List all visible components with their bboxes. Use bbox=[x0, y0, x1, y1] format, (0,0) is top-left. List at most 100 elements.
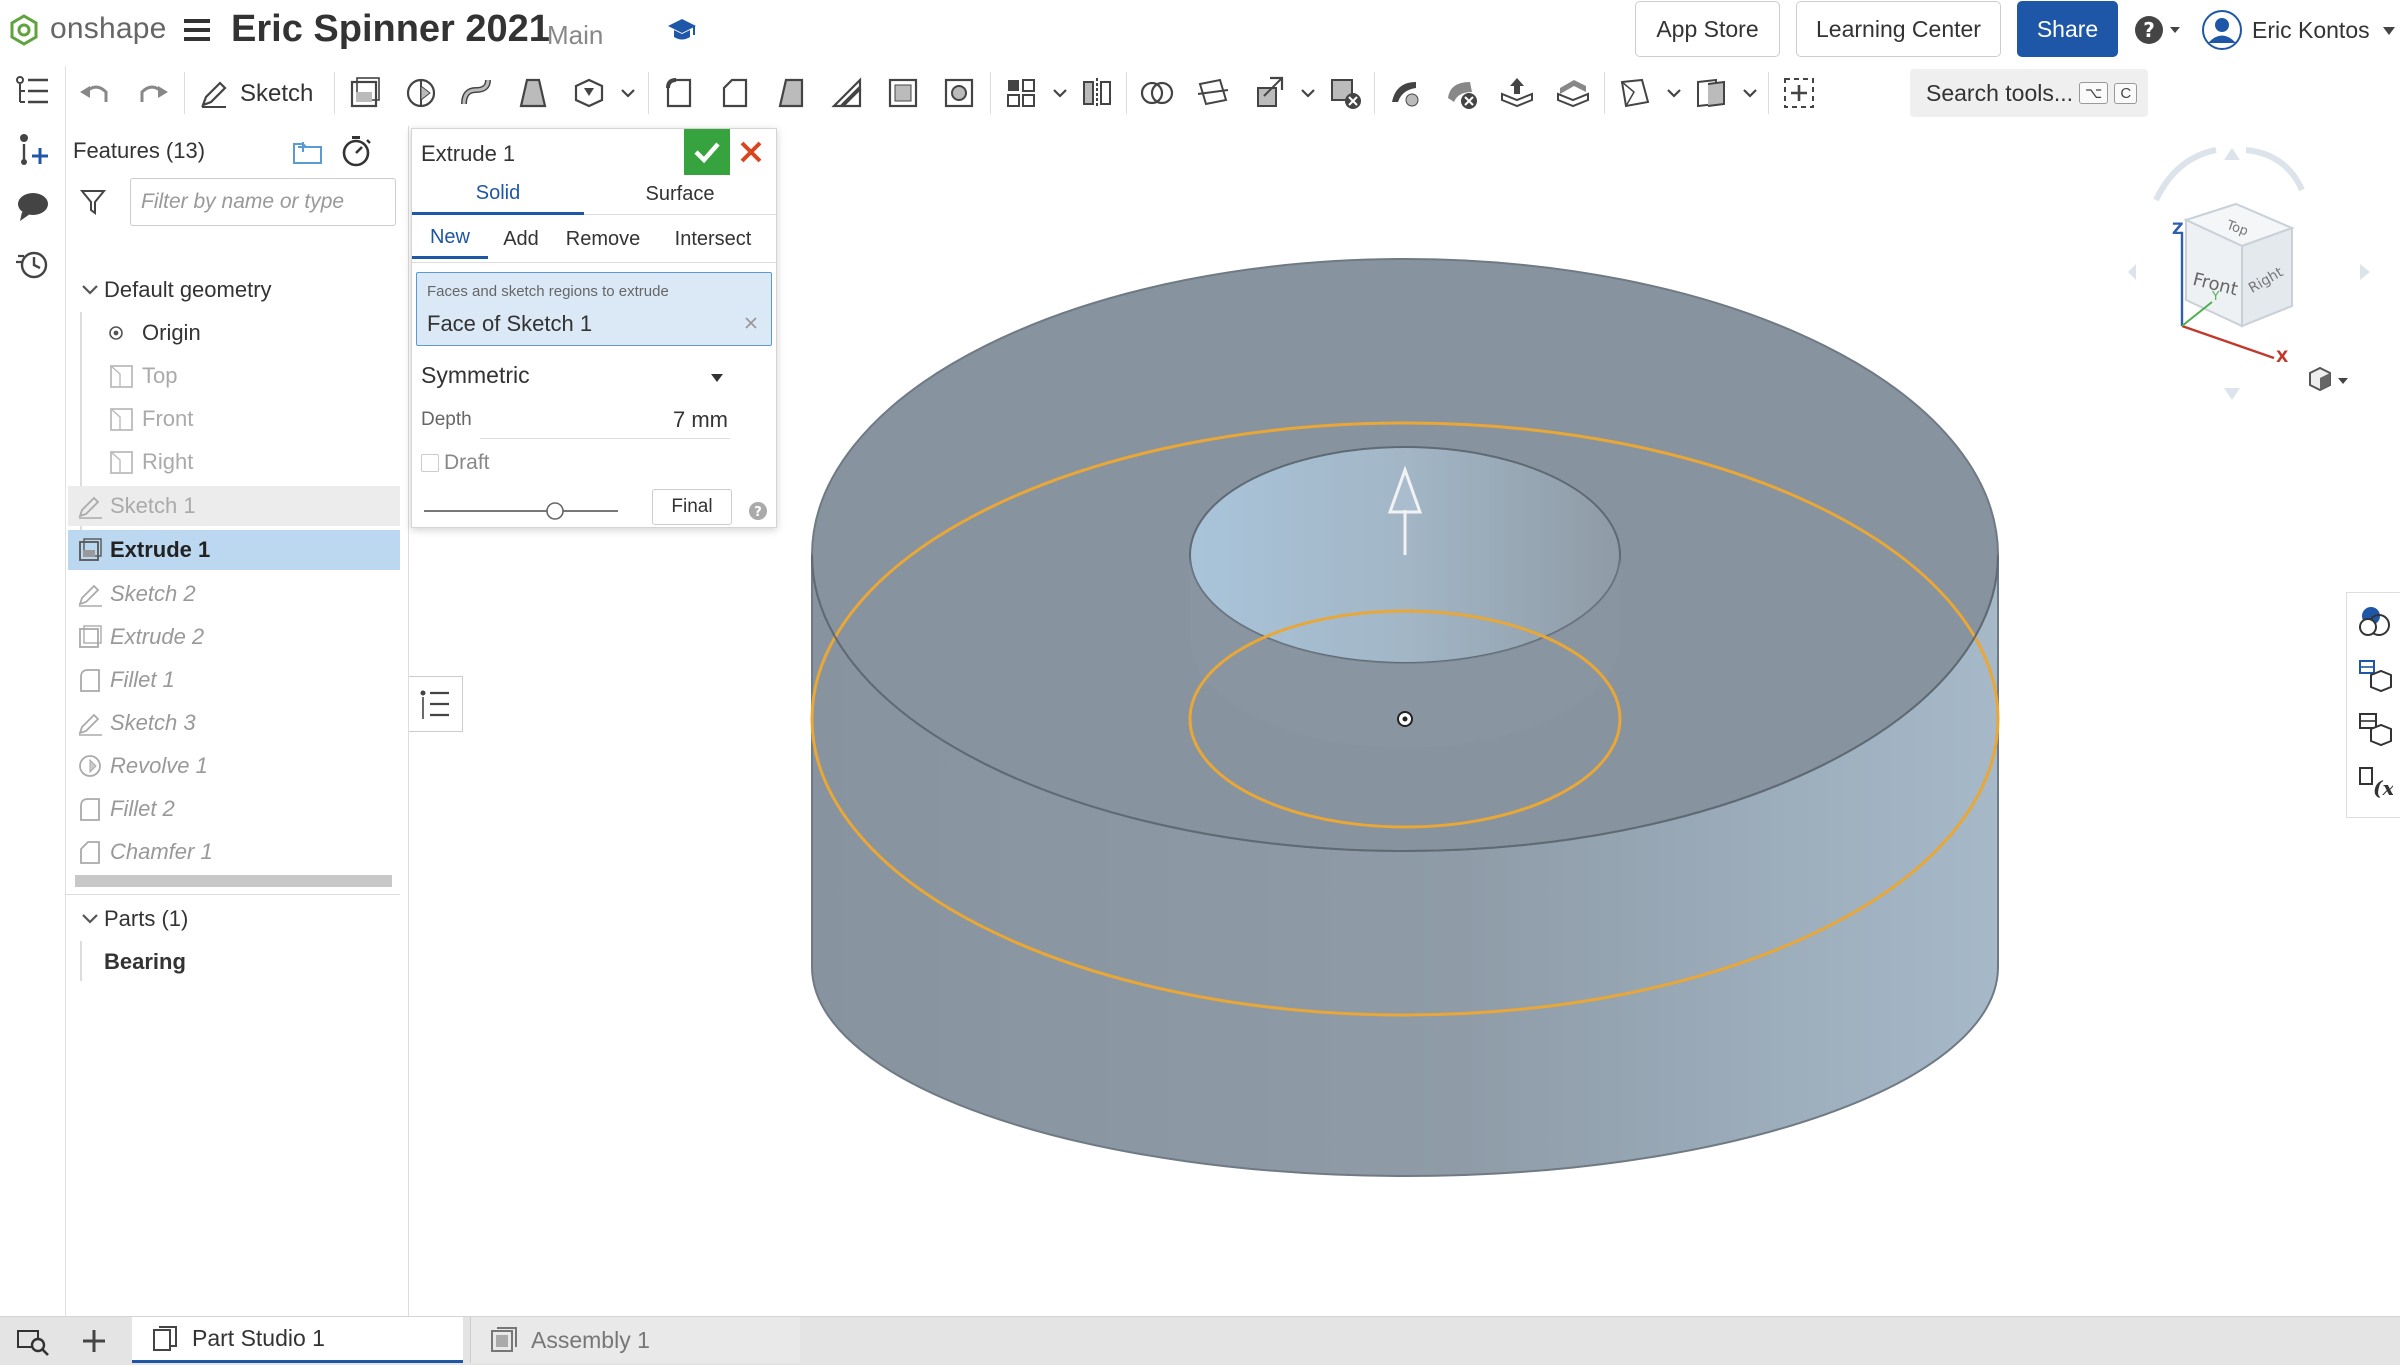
end-type-select[interactable]: Symmetric bbox=[421, 362, 731, 396]
onshape-logo-icon[interactable] bbox=[8, 14, 40, 46]
add-tab-icon[interactable] bbox=[78, 1325, 110, 1357]
replace-face-tool-icon[interactable] bbox=[1554, 74, 1592, 112]
clear-selection-icon[interactable] bbox=[743, 315, 759, 331]
sweep-tool-icon[interactable] bbox=[458, 74, 496, 112]
op-tab-add[interactable]: Add bbox=[488, 219, 554, 259]
bill-of-materials-icon[interactable] bbox=[2357, 657, 2393, 693]
help-icon[interactable]: ? bbox=[748, 501, 768, 521]
fillet-tool-icon[interactable] bbox=[660, 74, 698, 112]
tree-feature-revolve-1[interactable]: Revolve 1 bbox=[66, 746, 400, 786]
graduation-cap-icon[interactable] bbox=[666, 16, 698, 44]
user-menu-caret-icon[interactable] bbox=[2382, 26, 2396, 36]
move-face-tool-icon[interactable] bbox=[1498, 74, 1536, 112]
tree-feature-sketch-2[interactable]: Sketch 2 bbox=[66, 574, 400, 614]
thicken-tool-icon[interactable] bbox=[570, 74, 608, 112]
tree-feature-fillet-1[interactable]: Fillet 1 bbox=[66, 660, 400, 700]
mirror-tool-icon[interactable] bbox=[1078, 74, 1116, 112]
tree-origin[interactable]: Origin bbox=[66, 313, 400, 353]
cancel-button[interactable] bbox=[736, 137, 766, 167]
chevron-down-icon[interactable] bbox=[80, 909, 100, 929]
chevron-down-icon[interactable] bbox=[80, 280, 100, 300]
tree-feature-extrude-1[interactable]: Extrude 1 bbox=[68, 530, 400, 570]
final-button[interactable]: Final bbox=[652, 489, 732, 525]
chevron-down-icon[interactable] bbox=[710, 373, 724, 383]
feature-filter-input[interactable]: Filter by name or type bbox=[130, 178, 396, 226]
view-left-arrow-icon[interactable] bbox=[2128, 264, 2136, 280]
pattern-dropdown-icon[interactable] bbox=[1050, 74, 1070, 112]
rotate-arrow-right-icon[interactable] bbox=[2245, 147, 2305, 192]
parts-group[interactable]: Parts (1) bbox=[66, 899, 400, 939]
tree-feature-chamfer-1[interactable]: Chamfer 1 bbox=[66, 832, 400, 872]
search-tools-button[interactable]: Search tools... ⌥ C bbox=[1910, 69, 2148, 117]
transform-tool-icon[interactable] bbox=[1250, 74, 1288, 112]
part-item-bearing[interactable]: Bearing bbox=[66, 942, 400, 982]
tab-surface[interactable]: Surface bbox=[584, 175, 776, 215]
tab-part-studio-1[interactable]: Part Studio 1 bbox=[132, 1317, 463, 1363]
split-tool-icon[interactable] bbox=[1194, 74, 1232, 112]
modify-fillet-tool-icon[interactable] bbox=[1386, 74, 1424, 112]
transform-dropdown-icon[interactable] bbox=[1298, 74, 1318, 112]
shell-tool-icon[interactable] bbox=[884, 74, 922, 112]
variable-tool-icon[interactable] bbox=[1692, 74, 1730, 112]
tree-plane-front[interactable]: Front bbox=[66, 399, 400, 439]
feature-list-icon[interactable] bbox=[14, 72, 52, 110]
document-title[interactable]: Eric Spinner 2021 bbox=[231, 8, 550, 51]
op-tab-new[interactable]: New bbox=[412, 219, 488, 259]
add-mate-connector-icon[interactable] bbox=[14, 130, 52, 168]
rotate-arrow-left-icon[interactable] bbox=[2153, 147, 2217, 202]
appearances-icon[interactable] bbox=[2357, 603, 2393, 639]
stopwatch-icon[interactable] bbox=[340, 134, 372, 168]
tree-plane-right[interactable]: Right bbox=[66, 442, 400, 482]
draft-tool-icon[interactable] bbox=[772, 74, 810, 112]
variables-icon[interactable]: (x) bbox=[2357, 765, 2393, 801]
pattern-tool-icon[interactable] bbox=[1002, 74, 1040, 112]
hamburger-menu-icon[interactable] bbox=[182, 17, 212, 43]
accept-button[interactable] bbox=[684, 129, 730, 175]
add-folder-icon[interactable] bbox=[291, 136, 325, 166]
rollback-bar[interactable] bbox=[75, 875, 392, 887]
tree-feature-fillet-2[interactable]: Fillet 2 bbox=[66, 789, 400, 829]
chamfer-tool-icon[interactable] bbox=[716, 74, 754, 112]
delete-part-tool-icon[interactable] bbox=[1326, 74, 1364, 112]
help-menu-icon[interactable]: ? bbox=[2134, 14, 2182, 46]
thicken-dropdown-icon[interactable] bbox=[618, 74, 638, 112]
delete-face-tool-icon[interactable] bbox=[1442, 74, 1480, 112]
view-mode-cube-icon[interactable] bbox=[2309, 366, 2348, 392]
selection-field-value[interactable]: Face of Sketch 1 bbox=[427, 311, 592, 337]
extrude-tool-icon[interactable] bbox=[346, 74, 384, 112]
hole-tool-icon[interactable] bbox=[940, 74, 978, 112]
tree-feature-sketch-1[interactable]: Sketch 1 bbox=[68, 486, 400, 526]
undo-icon[interactable] bbox=[76, 74, 114, 112]
depth-input[interactable]: 7 mm bbox=[612, 407, 728, 433]
tab-solid[interactable]: Solid bbox=[412, 175, 584, 215]
plane-tool-icon[interactable] bbox=[1616, 74, 1654, 112]
rollback-preview-slider[interactable] bbox=[422, 499, 622, 523]
loft-tool-icon[interactable] bbox=[514, 74, 552, 112]
variable-dropdown-icon[interactable] bbox=[1740, 74, 1760, 112]
tab-assembly-1[interactable]: Assembly 1 bbox=[470, 1317, 800, 1363]
search-tabs-icon[interactable] bbox=[16, 1327, 50, 1357]
rib-tool-icon[interactable] bbox=[828, 74, 866, 112]
view-down-arrow-icon[interactable] bbox=[2224, 388, 2240, 400]
redo-icon[interactable] bbox=[134, 74, 172, 112]
add-custom-feature-icon[interactable] bbox=[1780, 74, 1818, 112]
plane-dropdown-icon[interactable] bbox=[1664, 74, 1684, 112]
selection-field[interactable]: Faces and sketch regions to extrude Face… bbox=[416, 272, 772, 346]
view-right-arrow-icon[interactable] bbox=[2360, 264, 2370, 280]
op-tab-remove[interactable]: Remove bbox=[554, 219, 652, 259]
view-cube[interactable]: Top Front Right Z Y X bbox=[2116, 140, 2400, 400]
sketch-button[interactable]: Sketch bbox=[198, 74, 313, 114]
tree-feature-extrude-2[interactable]: Extrude 2 bbox=[66, 617, 400, 657]
user-name[interactable]: Eric Kontos bbox=[2252, 17, 2370, 44]
history-icon[interactable] bbox=[14, 244, 52, 282]
tree-feature-sketch-3[interactable]: Sketch 3 bbox=[66, 703, 400, 743]
draft-checkbox[interactable] bbox=[421, 454, 439, 472]
comments-icon[interactable] bbox=[14, 188, 52, 226]
revolve-tool-icon[interactable] bbox=[402, 74, 440, 112]
feature-list-toggle[interactable] bbox=[409, 676, 463, 732]
default-geometry-group[interactable]: Default geometry bbox=[66, 270, 400, 310]
app-store-button[interactable]: App Store bbox=[1635, 1, 1780, 57]
share-button[interactable]: Share bbox=[2017, 1, 2118, 57]
configurations-icon[interactable] bbox=[2357, 711, 2393, 747]
boolean-tool-icon[interactable] bbox=[1138, 74, 1176, 112]
